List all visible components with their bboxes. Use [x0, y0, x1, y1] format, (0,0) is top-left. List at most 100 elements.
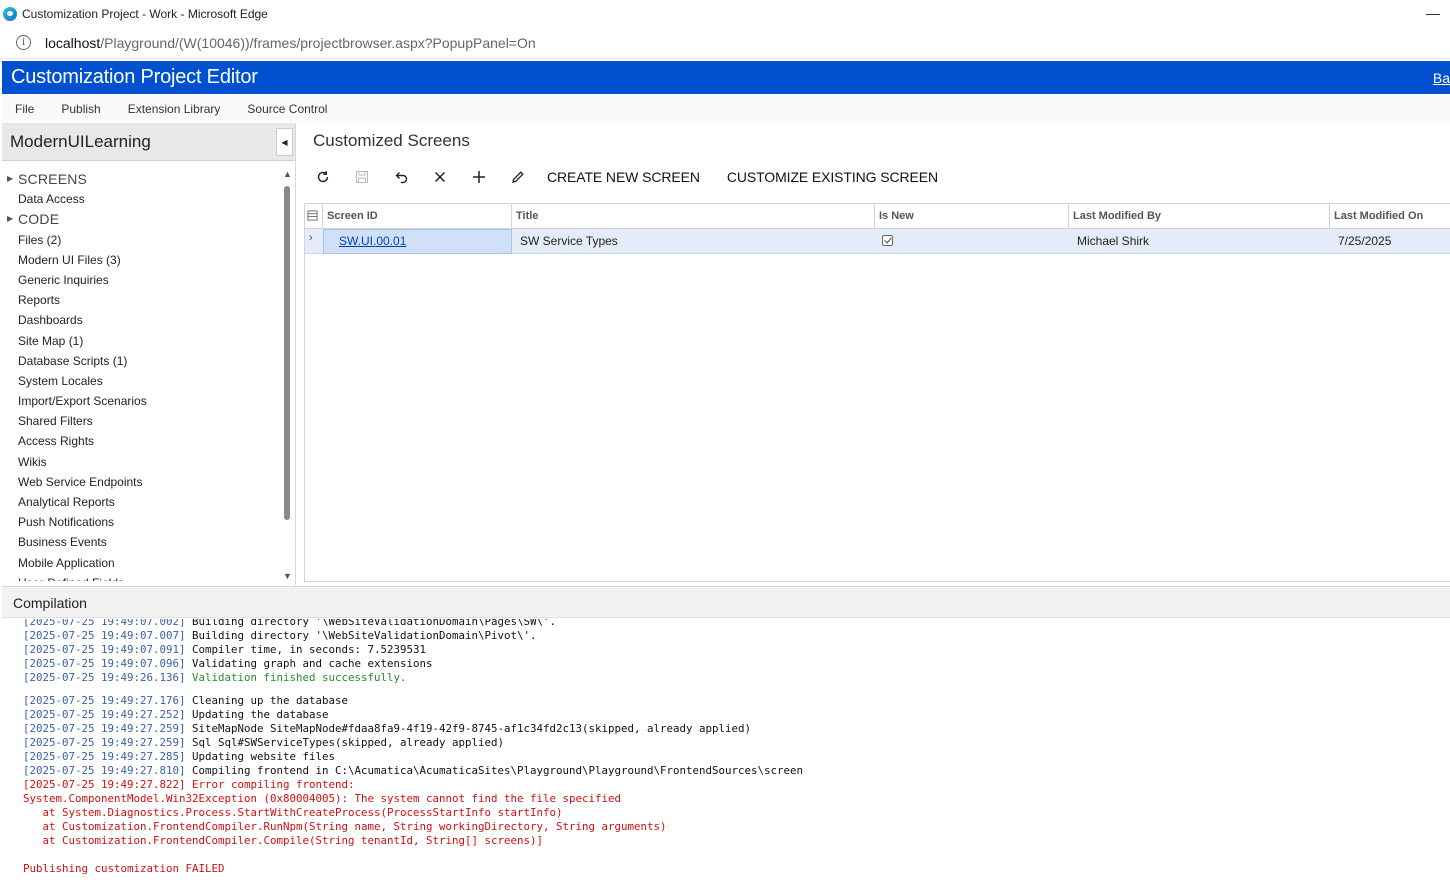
column-header-screen-id[interactable]: Screen ID — [323, 204, 512, 229]
customize-existing-screen-button[interactable]: CUSTOMIZE EXISTING SCREEN — [727, 169, 938, 185]
log-message: SiteMapNode SiteMapNode#fdaa8fa9-4f19-42… — [185, 722, 752, 735]
sidebar-item-reports[interactable]: Reports — [2, 290, 282, 310]
sidebar-item-label: Reports — [18, 293, 61, 308]
refresh-icon[interactable] — [311, 165, 335, 189]
project-tree: ▶ SCREENS Data Access ▶ CODE Files (2) Modern … — [2, 169, 282, 581]
screen-id-link[interactable]: SW.UI.00.01 — [323, 229, 512, 254]
scrollbar-thumb[interactable] — [284, 186, 290, 520]
log-line: at System.Diagnostics.Process.StartWithC… — [23, 806, 563, 819]
log-line: [2025-07-25 19:49:07.091] Compiler time,… — [23, 643, 803, 657]
sidebar-item-label: Wikis — [18, 454, 47, 469]
log-lines: [2025-07-25 19:49:07.002] Building direc… — [23, 619, 803, 876]
log-spacer — [23, 685, 803, 694]
sidebar-item-generic-inquiries[interactable]: Generic Inquiries — [2, 270, 282, 290]
sidebar-item-user-defined-fields[interactable]: User-Defined Fields — [2, 573, 282, 581]
sidebar-item-label: Web Service Endpoints — [18, 474, 143, 489]
column-header-last-modified-by[interactable]: Last Modified By — [1069, 204, 1330, 229]
log-line: [2025-07-25 19:49:27.259] Sql Sql#SWServ… — [23, 736, 803, 750]
browser-title-bar: Customization Project - Work - Microsoft… — [0, 0, 1450, 27]
sidebar-item-label: SCREENS — [18, 171, 88, 187]
sidebar-item-label: Site Map (1) — [18, 333, 84, 348]
last-modified-by-cell: Michael Shirk — [1077, 234, 1150, 248]
add-icon[interactable] — [467, 165, 491, 189]
grid-settings-icon[interactable] — [305, 204, 323, 229]
collapse-panel-button[interactable]: ◀ — [276, 128, 293, 156]
is-new-checkbox[interactable] — [882, 235, 893, 246]
sidebar-item-label: Data Access — [18, 192, 85, 207]
sidebar-item-database-scripts-1[interactable]: Database Scripts (1) — [2, 351, 282, 371]
sidebar-item-screens[interactable]: ▶ SCREENS — [2, 169, 282, 189]
sidebar-item-label: Dashboards — [18, 313, 83, 328]
sidebar-item-wikis[interactable]: Wikis — [2, 452, 282, 472]
menu-source-control[interactable]: Source Control — [247, 102, 327, 116]
log-line: [2025-07-25 19:49:27.259] SiteMapNode Si… — [23, 722, 803, 736]
save-icon[interactable] — [350, 165, 374, 189]
menu-file[interactable]: File — [15, 102, 34, 116]
log-timestamp: [2025-07-25 19:49:07.002] — [23, 619, 186, 628]
last-modified-on-cell: 7/25/2025 — [1338, 234, 1392, 248]
sidebar-item-code[interactable]: ▶ CODE — [2, 209, 282, 229]
scroll-down-icon[interactable]: ▼ — [283, 571, 292, 581]
project-name: ModernUILearning — [10, 131, 151, 151]
url-host: localhost — [45, 34, 101, 51]
log-timestamp: [2025-07-25 19:49:27.259] — [23, 736, 186, 749]
sidebar-item-mobile-application[interactable]: Mobile Application — [2, 553, 282, 573]
sidebar-item-label: Files (2) — [18, 232, 62, 247]
log-line: [2025-07-25 19:49:07.007] Building direc… — [23, 629, 803, 643]
sidebar-item-analytical-reports[interactable]: Analytical Reports — [2, 492, 282, 512]
sidebar-item-label: Modern UI Files (3) — [18, 252, 121, 267]
edit-icon[interactable] — [506, 165, 530, 189]
log-timestamp: [2025-07-25 19:49:27.822] — [23, 778, 186, 791]
minimize-button[interactable]: — — [1426, 5, 1440, 21]
sidebar-item-label: Database Scripts (1) — [18, 353, 128, 368]
log-line: [2025-07-25 19:49:27.252] Updating the d… — [23, 708, 803, 722]
log-line: [2025-07-25 19:49:26.136] Validation fin… — [23, 671, 803, 685]
menu-extension-library[interactable]: Extension Library — [128, 102, 221, 116]
column-header-is-new[interactable]: Is New — [875, 204, 1069, 229]
log-message: Validating graph and cache extensions — [185, 657, 433, 670]
project-tree-panel: ModernUILearning ◀ ▶ SCREENS Data Access ▶ C… — [2, 123, 296, 585]
sidebar-item-modern-ui-files-3[interactable]: Modern UI Files (3) — [2, 250, 282, 270]
column-header-title[interactable]: Title — [512, 204, 875, 229]
sidebar-item-label: Analytical Reports — [18, 495, 115, 509]
site-info-icon[interactable]: i — [16, 35, 31, 50]
sidebar-item-label: Business Events — [18, 535, 107, 550]
log-line: [2025-07-25 19:49:07.096] Validating gra… — [23, 657, 803, 671]
expand-caret-icon[interactable]: ▶ — [7, 169, 13, 189]
log-timestamp: [2025-07-25 19:49:27.252] — [23, 708, 186, 721]
sidebar-item-web-service-endpoints[interactable]: Web Service Endpoints — [2, 472, 282, 492]
menu-publish[interactable]: Publish — [61, 102, 100, 116]
address-bar[interactable]: i localhost/Playground/(W(10046))/frames… — [0, 27, 1450, 59]
scroll-up-icon[interactable]: ▲ — [283, 169, 292, 179]
undo-icon[interactable] — [389, 165, 413, 189]
sidebar-item-import-export-scenarios[interactable]: Import/Export Scenarios — [2, 391, 282, 411]
sidebar-item-label: User-Defined Fields — [18, 576, 124, 581]
sidebar-item-shared-filters[interactable]: Shared Filters — [2, 411, 282, 431]
delete-icon[interactable] — [428, 165, 452, 189]
column-header-last-modified-on[interactable]: Last Modified On — [1330, 204, 1450, 229]
table-row[interactable]: › SW.UI.00.01 SW Service Types Michael S… — [305, 229, 1450, 254]
sidebar-item-data-access[interactable]: Data Access — [2, 189, 282, 209]
screen-title-cell: SW Service Types — [520, 234, 618, 248]
app-title: Customization Project Editor — [11, 66, 258, 88]
log-message: Updating website files — [185, 750, 336, 763]
sidebar-item-dashboards[interactable]: Dashboards — [2, 310, 282, 330]
create-new-screen-button[interactable]: CREATE NEW SCREEN — [547, 169, 700, 185]
row-expand-icon[interactable]: › — [309, 232, 313, 244]
sidebar-item-site-map-1[interactable]: Site Map (1) — [2, 331, 282, 351]
sidebar-item-label: Mobile Application — [18, 555, 115, 570]
back-link[interactable]: Ba — [1433, 70, 1450, 86]
log-line: [2025-07-25 19:49:27.285] Updating websi… — [23, 750, 803, 764]
sidebar-item-access-rights[interactable]: Access Rights — [2, 431, 282, 451]
sidebar-item-files-2[interactable]: Files (2) — [2, 230, 282, 250]
compilation-log[interactable]: [2025-07-25 19:49:07.002] Building direc… — [2, 619, 1450, 891]
sidebar-item-system-locales[interactable]: System Locales — [2, 371, 282, 391]
menu-bar: File Publish Extension Library Source Co… — [2, 94, 1450, 123]
sidebar-item-push-notifications[interactable]: Push Notifications — [2, 512, 282, 532]
tree-scrollbar[interactable]: ▲ ▼ — [281, 169, 293, 581]
expand-caret-icon[interactable]: ▶ — [7, 209, 13, 229]
sidebar-item-business-events[interactable]: Business Events — [2, 532, 282, 552]
log-timestamp: [2025-07-25 19:49:07.091] — [23, 643, 186, 656]
url-text[interactable]: localhost/Playground/(W(10046))/frames/p… — [45, 35, 536, 51]
